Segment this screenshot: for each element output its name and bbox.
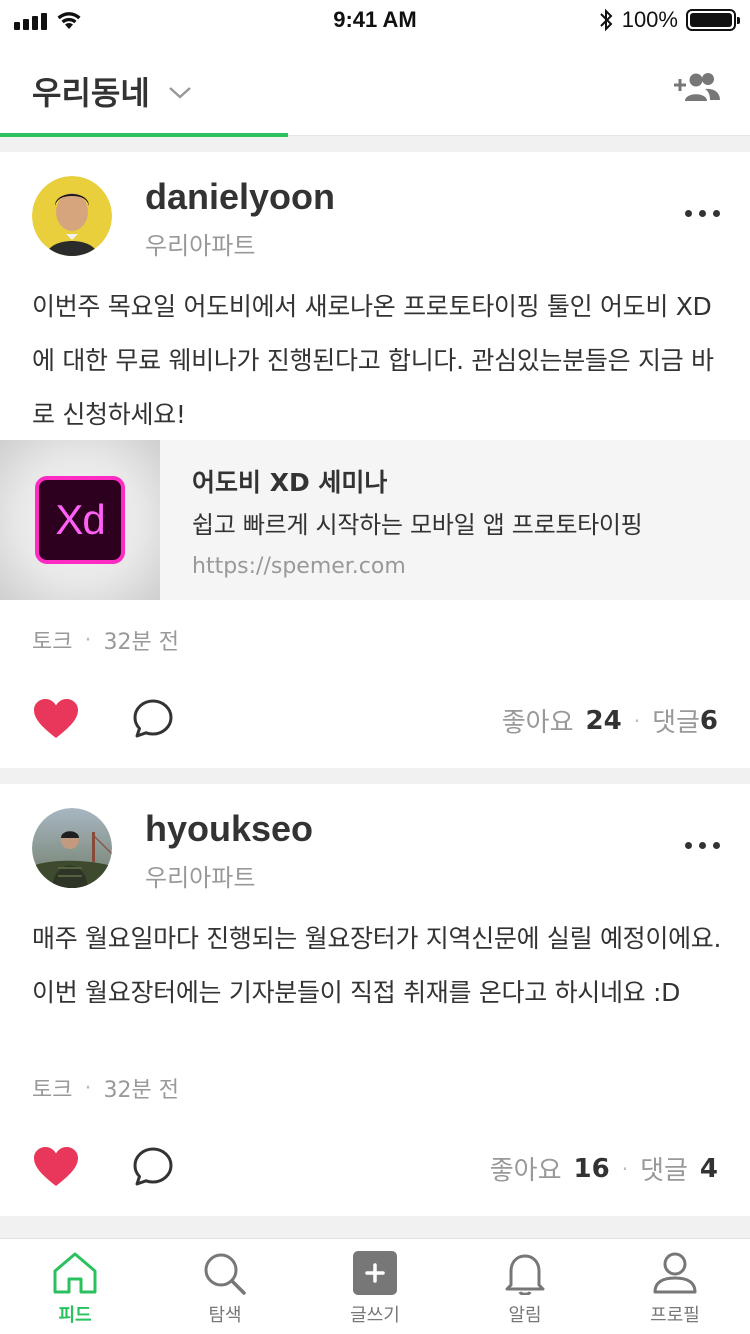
link-thumbnail: Xd: [0, 440, 160, 600]
comment-button[interactable]: [132, 1146, 174, 1192]
heart-icon: [34, 1147, 78, 1186]
post-card: danielyoon 우리아파트 이번주 목요일 어도비에서 새로나온 프로토타…: [0, 152, 750, 768]
tab-notifications[interactable]: 알림: [450, 1239, 600, 1334]
more-icon[interactable]: [685, 210, 720, 217]
status-left: [14, 9, 214, 31]
status-right: 100%: [536, 7, 740, 33]
link-title: 어도비 XD 세미나: [192, 468, 388, 497]
likes-label: 좋아요: [501, 708, 574, 738]
heart-icon: [34, 699, 78, 738]
tab-profile[interactable]: 프로필: [600, 1239, 750, 1334]
chevron-down-icon: [168, 87, 191, 99]
likes-label: 좋아요: [489, 1156, 562, 1186]
comment-button[interactable]: [132, 698, 174, 744]
tab-label: 탐색: [208, 1305, 242, 1326]
nav-title: 우리동네: [32, 74, 150, 112]
tab-feed[interactable]: 피드: [0, 1239, 150, 1334]
likes-count: 24: [585, 705, 622, 736]
like-button[interactable]: [32, 698, 80, 744]
link-description: 쉽고 빠르게 시작하는 모바일 앱 프로토타이핑: [192, 511, 643, 539]
more-icon[interactable]: [685, 842, 720, 849]
adobe-xd-logo: Xd: [35, 476, 125, 564]
likes-count: 16: [573, 1153, 610, 1184]
status-bar: 9:41 AM 100%: [0, 0, 750, 40]
add-friend-icon: [674, 73, 720, 101]
avatar[interactable]: [32, 176, 112, 256]
post-category: 토크: [32, 1078, 73, 1103]
bluetooth-icon: [599, 8, 613, 32]
link-preview-card[interactable]: Xd 어도비 XD 세미나 쉽고 빠르게 시작하는 모바일 앱 프로토타이핑 h…: [0, 440, 750, 600]
comment-icon: [133, 699, 173, 738]
post-location: 우리아파트: [145, 864, 256, 892]
meta-separator: ·: [84, 627, 92, 653]
home-icon: [53, 1252, 97, 1294]
link-body: 어도비 XD 세미나 쉽고 빠르게 시작하는 모바일 앱 프로토타이핑 http…: [160, 440, 643, 600]
comments-label: 댓글: [652, 708, 700, 738]
post-location: 우리아파트: [145, 232, 256, 260]
nav-active-indicator: [0, 133, 288, 137]
tab-write[interactable]: 글쓰기: [300, 1239, 450, 1334]
nav-header: 우리동네: [0, 40, 750, 137]
feed: danielyoon 우리아파트 이번주 목요일 어도비에서 새로나온 프로토타…: [0, 152, 750, 1232]
comments-count: 4: [699, 1153, 718, 1184]
tab-search[interactable]: 탐색: [150, 1239, 300, 1334]
comments-count: 6: [699, 705, 718, 736]
counts-separator: ·: [633, 708, 641, 733]
post-meta: 토크 · 32분 전: [32, 1072, 179, 1104]
post-time: 32분 전: [103, 1078, 179, 1103]
post-username[interactable]: hyoukseo: [145, 808, 313, 850]
post-meta: 토크 · 32분 전: [32, 624, 179, 656]
status-time: 9:41 AM: [333, 7, 417, 32]
signal-icon: [14, 10, 47, 30]
wifi-icon: [57, 12, 81, 29]
add-friend-button[interactable]: [672, 70, 722, 108]
like-button[interactable]: [32, 1146, 80, 1192]
tab-label: 글쓰기: [350, 1305, 400, 1326]
meta-separator: ·: [84, 1075, 92, 1101]
post-actions: 좋아요 24 · 댓글 6: [0, 690, 750, 750]
post-counts: 좋아요 24 · 댓글 6: [502, 702, 718, 739]
user-icon: [653, 1252, 697, 1294]
battery-percent: 100%: [621, 7, 678, 32]
tab-label: 피드: [58, 1305, 92, 1326]
post-body: 이번주 목요일 어도비에서 새로나온 프로토타이핑 툴인 어도비 XD에 대한 …: [32, 292, 714, 429]
post-username[interactable]: danielyoon: [145, 176, 335, 218]
post-counts: 좋아요 16 · 댓글 4: [490, 1150, 718, 1187]
bell-icon: [505, 1254, 545, 1295]
location-selector[interactable]: 우리동네: [32, 68, 192, 114]
post-category: 토크: [32, 630, 73, 655]
counts-separator: ·: [621, 1156, 629, 1181]
post-actions: 좋아요 16 · 댓글 4: [0, 1138, 750, 1198]
bottom-tab-bar: 피드 탐색 글쓰기 알림 프로필: [0, 1238, 750, 1334]
battery-icon: [685, 9, 740, 31]
tab-label: 프로필: [650, 1305, 700, 1326]
tab-label: 알림: [508, 1305, 542, 1326]
avatar[interactable]: [32, 808, 112, 888]
post-time: 32분 전: [103, 630, 179, 655]
plus-square-icon: [353, 1251, 397, 1295]
post-card: hyoukseo 우리아파트 매주 월요일마다 진행되는 월요장터가 지역신문에…: [0, 784, 750, 1216]
search-icon: [204, 1253, 246, 1295]
comment-icon: [133, 1147, 173, 1186]
link-url: https://spemer.com: [192, 554, 406, 579]
post-body: 매주 월요일마다 진행되는 월요장터가 지역신문에 실릴 예정이에요. 이번 월…: [32, 924, 722, 1007]
comments-label: 댓글: [640, 1156, 688, 1186]
